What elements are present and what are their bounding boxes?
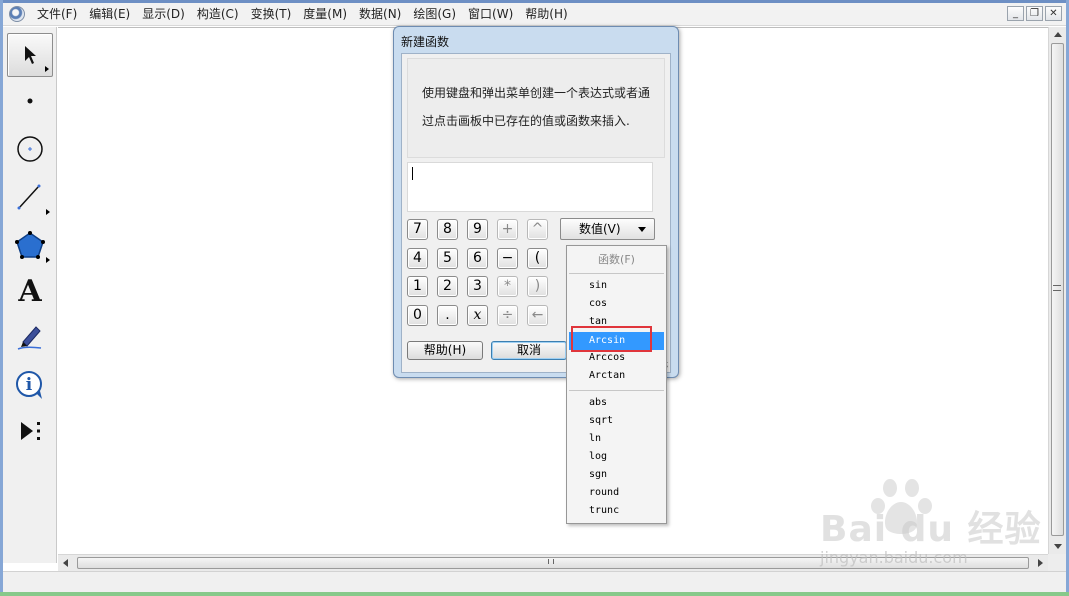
grip-icon	[1053, 285, 1061, 291]
menu-help[interactable]: 帮助(H)	[519, 3, 573, 26]
scroll-left-icon[interactable]	[63, 559, 68, 567]
watermark-url: jingyan.baidu.com	[820, 548, 968, 567]
menu-edit[interactable]: 编辑(E)	[83, 3, 136, 26]
menu-divider	[569, 390, 664, 391]
polygon-tool[interactable]	[7, 223, 53, 267]
scrollbar-corner	[1048, 554, 1066, 571]
function-arctan[interactable]: Arctan	[569, 367, 664, 385]
information-tool[interactable]: i	[7, 363, 53, 407]
key-multiply[interactable]: *	[497, 276, 518, 297]
function-sin[interactable]: sin	[569, 277, 664, 295]
compass-tool[interactable]	[7, 127, 53, 171]
functions-menu: 函数(F) sin cos tan Arcsin Arccos Arctan a…	[566, 245, 667, 524]
key-6[interactable]: 6	[467, 248, 488, 269]
dialog-title: 新建函数	[401, 35, 450, 49]
annotation-highlight-box	[571, 326, 652, 352]
watermark-logo: Bai du 经验	[820, 509, 1042, 550]
point-tool[interactable]	[7, 79, 53, 123]
minimize-button[interactable]: _	[1007, 6, 1024, 21]
instruction-text: 过点击画板中已存在的值或函数来插入.	[422, 114, 630, 128]
function-log[interactable]: log	[569, 448, 664, 466]
vertical-scrollbar[interactable]	[1048, 27, 1066, 554]
key-2[interactable]: 2	[437, 276, 458, 297]
cancel-button[interactable]: 取消	[491, 341, 567, 360]
menu-window[interactable]: 窗口(W)	[462, 3, 519, 26]
toolbox: A i	[3, 27, 57, 563]
scroll-up-icon[interactable]	[1054, 32, 1062, 37]
selection-arrow-tool[interactable]	[7, 33, 53, 77]
text-icon: A	[18, 273, 42, 309]
key-close-paren[interactable]: )	[527, 276, 548, 297]
function-ln[interactable]: ln	[569, 430, 664, 448]
values-dropdown-label: 数值(V)	[579, 222, 621, 236]
polygon-icon	[15, 231, 45, 259]
status-bar	[3, 571, 1066, 592]
straightedge-tool[interactable]	[7, 175, 53, 219]
close-button[interactable]: ✕	[1045, 6, 1062, 21]
function-round[interactable]: round	[569, 484, 664, 502]
key-minus[interactable]: −	[497, 248, 518, 269]
values-dropdown[interactable]: 数值(V)	[560, 218, 655, 240]
key-decimal[interactable]: .	[437, 305, 458, 326]
scroll-down-icon[interactable]	[1054, 544, 1062, 549]
menu-data[interactable]: 数据(N)	[353, 3, 407, 26]
submenu-indicator-icon	[46, 209, 50, 215]
key-1[interactable]: 1	[407, 276, 428, 297]
scroll-right-icon[interactable]	[1038, 559, 1043, 567]
function-trunc[interactable]: trunc	[569, 502, 664, 520]
text-tool[interactable]: A	[7, 269, 53, 313]
functions-menu-header: 函数(F)	[598, 253, 635, 266]
expression-input[interactable]	[407, 162, 653, 212]
info-icon: i	[16, 371, 42, 399]
point-icon	[27, 98, 33, 104]
key-plus[interactable]: +	[497, 219, 518, 240]
key-power[interactable]: ^	[527, 219, 548, 240]
arrow-icon	[25, 46, 36, 64]
compass-icon	[17, 136, 43, 162]
help-button[interactable]: 帮助(H)	[407, 341, 483, 360]
grip-icon	[548, 559, 554, 564]
key-x[interactable]: x	[467, 305, 488, 326]
key-backspace[interactable]: ←	[527, 305, 548, 326]
key-4[interactable]: 4	[407, 248, 428, 269]
menu-display[interactable]: 显示(D)	[136, 3, 191, 26]
menu-graph[interactable]: 绘图(G)	[407, 3, 462, 26]
key-8[interactable]: 8	[437, 219, 458, 240]
key-divide[interactable]: ÷	[497, 305, 518, 326]
key-open-paren[interactable]: (	[527, 248, 548, 269]
custom-tool-icon	[21, 422, 40, 440]
key-5[interactable]: 5	[437, 248, 458, 269]
function-cos[interactable]: cos	[569, 295, 664, 313]
submenu-indicator-icon	[46, 257, 50, 263]
window-controls: _ ❐ ✕	[1007, 6, 1062, 21]
marker-tool[interactable]	[7, 315, 53, 359]
straightedge-icon	[17, 184, 41, 210]
instruction-panel: 使用键盘和弹出菜单创建一个表达式或者通 过点击画板中已存在的值或函数来插入.	[407, 58, 665, 158]
window-frame-bottom	[0, 592, 1069, 596]
key-9[interactable]: 9	[467, 219, 488, 240]
svg-text:i: i	[26, 375, 33, 395]
menu-transform[interactable]: 变换(T)	[245, 3, 298, 26]
text-cursor	[412, 167, 413, 180]
custom-tool[interactable]	[7, 409, 53, 453]
chevron-down-icon	[638, 227, 646, 232]
submenu-indicator-icon	[45, 66, 49, 72]
marker-icon	[17, 326, 42, 350]
restore-button[interactable]: ❐	[1026, 6, 1043, 21]
function-abs[interactable]: abs	[569, 394, 664, 412]
menu-divider	[569, 273, 664, 274]
function-sgn[interactable]: sgn	[569, 466, 664, 484]
instruction-text: 使用键盘和弹出菜单创建一个表达式或者通	[422, 86, 651, 100]
function-sqrt[interactable]: sqrt	[569, 412, 664, 430]
menu-file[interactable]: 文件(F)	[31, 3, 83, 26]
menu-construct[interactable]: 构造(C)	[191, 3, 245, 26]
app-icon[interactable]	[9, 6, 25, 22]
key-7[interactable]: 7	[407, 219, 428, 240]
menu-bar: 文件(F) 编辑(E) 显示(D) 构造(C) 变换(T) 度量(M) 数据(N…	[3, 3, 1066, 26]
key-0[interactable]: 0	[407, 305, 428, 326]
key-3[interactable]: 3	[467, 276, 488, 297]
menu-measure[interactable]: 度量(M)	[297, 3, 353, 26]
